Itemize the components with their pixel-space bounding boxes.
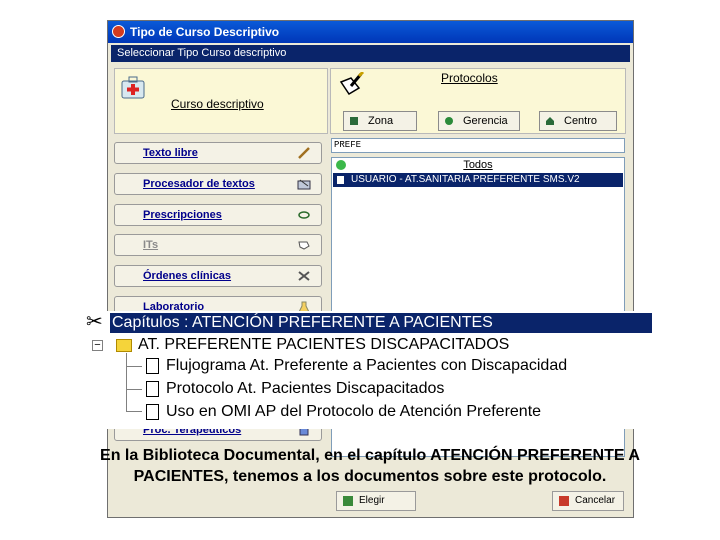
word-processor-icon — [297, 179, 311, 190]
protocolos-label[interactable]: Protocolos — [441, 71, 498, 85]
elegir-label: Elegir — [359, 495, 385, 506]
prescripciones-button[interactable]: Prescripciones — [114, 204, 322, 226]
medical-kit-icon — [121, 76, 145, 99]
ordenes-clinicas-label: Órdenes clínicas — [143, 270, 232, 282]
zona-label: Zona — [368, 115, 394, 127]
list-header[interactable]: Todos — [332, 159, 624, 172]
zona-icon — [350, 117, 358, 125]
app-icon — [112, 25, 125, 38]
tree-document-item[interactable]: Protocolo At. Pacientes Discapacitados — [166, 379, 444, 399]
prescription-icon — [298, 211, 310, 219]
dialog-window: Tipo de Curso Descriptivo Seleccionar Ti… — [107, 20, 634, 518]
ordenes-clinicas-button[interactable]: Órdenes clínicas — [114, 265, 322, 287]
ok-icon — [343, 496, 353, 506]
slide-caption: En la Biblioteca Documental, en el capít… — [50, 445, 690, 487]
tree-document-item[interactable]: Uso en OMI AP del Protocolo de Atención … — [166, 402, 541, 422]
chapter-tree: ✂ Capítulos : ATENCIÓN PREFERENTE A PACI… — [82, 311, 654, 429]
window-title: Tipo de Curso Descriptivo — [130, 25, 280, 39]
caption-line-1: En la Biblioteca Documental, en el capít… — [100, 447, 640, 464]
document-icon — [337, 176, 344, 184]
chapter-icon: ✂ — [86, 311, 103, 333]
procesador-textos-label: Procesador de textos — [143, 178, 255, 190]
collapse-toggle-icon[interactable]: − — [92, 340, 103, 351]
tree-document-item[interactable]: Flujograma At. Preferente a Pacientes co… — [166, 356, 567, 376]
procesador-textos-button[interactable]: Procesador de textos — [114, 173, 322, 195]
its-button[interactable]: ITs — [114, 234, 322, 256]
gerencia-icon — [445, 117, 453, 125]
cancelar-button[interactable]: Cancelar — [552, 491, 624, 511]
tree-connector — [126, 366, 142, 367]
cancel-icon — [559, 496, 569, 506]
tree-connector — [126, 389, 142, 390]
cancelar-label: Cancelar — [575, 495, 616, 506]
its-label: ITs — [143, 239, 159, 251]
tree-connector — [126, 353, 127, 411]
notebook-pencil-icon — [339, 72, 365, 96]
list-header-label: Todos — [463, 159, 493, 171]
centro-button[interactable]: Centro — [539, 111, 617, 131]
check-icon — [336, 160, 346, 170]
gerencia-label: Gerencia — [463, 115, 508, 127]
elegir-button[interactable]: Elegir — [336, 491, 416, 511]
protocolos-panel: Protocolos Zona Gerencia Centro — [330, 68, 626, 134]
document-icon — [146, 404, 159, 420]
tools-icon — [298, 271, 310, 281]
folder-icon — [116, 339, 132, 352]
prescripciones-label: Prescripciones — [143, 209, 222, 221]
tree-connector — [126, 411, 142, 412]
filter-input[interactable]: PREFE — [331, 138, 625, 153]
centro-icon — [546, 117, 554, 125]
curso-descriptivo-label: Curso descriptivo — [171, 97, 264, 111]
gerencia-button[interactable]: Gerencia — [438, 111, 520, 131]
document-icon — [146, 381, 159, 397]
zona-button[interactable]: Zona — [343, 111, 417, 131]
texto-libre-button[interactable]: Texto libre — [114, 142, 322, 164]
caption-line-2: PACIENTES, tenemos a los documentos sobr… — [133, 468, 607, 485]
hand-icon — [298, 241, 310, 250]
folder-label[interactable]: AT. PREFERENTE PACIENTES DISCAPACITADOS — [138, 335, 509, 355]
pencil-icon — [298, 147, 310, 159]
chapter-row[interactable]: ✂ Capítulos : ATENCIÓN PREFERENTE A PACI… — [82, 311, 654, 333]
document-icon — [146, 358, 159, 374]
list-item[interactable]: USUARIO - AT.SANITARIA PREFERENTE SMS.V2 — [333, 173, 623, 187]
centro-label: Centro — [564, 115, 598, 127]
title-bar[interactable]: Tipo de Curso Descriptivo — [108, 21, 633, 43]
chapter-label: Capítulos : ATENCIÓN PREFERENTE A PACIEN… — [112, 314, 493, 331]
list-item-label: USUARIO - AT.SANITARIA PREFERENTE SMS.V2 — [351, 174, 580, 185]
subtitle-bar: Seleccionar Tipo Curso descriptivo — [111, 45, 630, 62]
curso-descriptivo-panel[interactable]: Curso descriptivo — [114, 68, 328, 134]
texto-libre-label: Texto libre — [143, 147, 198, 159]
